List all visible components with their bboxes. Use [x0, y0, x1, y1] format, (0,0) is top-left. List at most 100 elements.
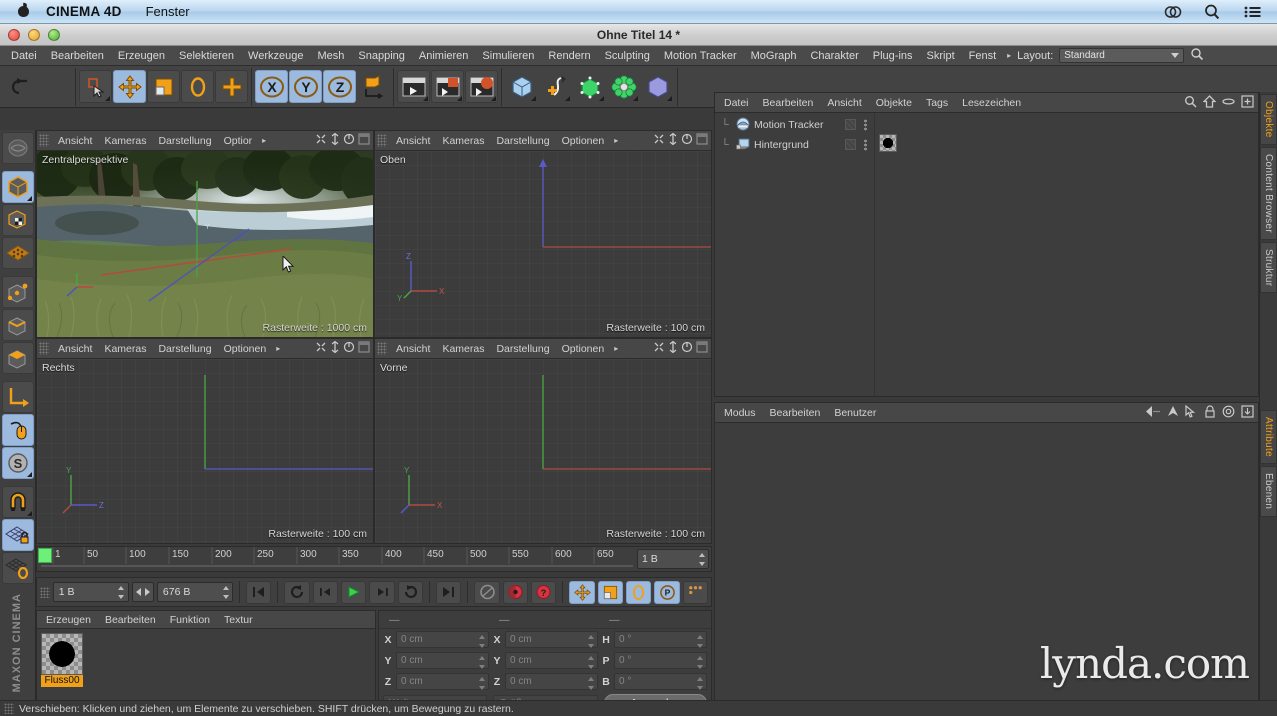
snap-toggle-button[interactable]: S — [2, 447, 34, 479]
object-menu-objekte[interactable]: Objekte — [869, 93, 919, 113]
timeline-ruler[interactable]: 1 50 100 150 200 250 300 350 400 450 500… — [36, 546, 712, 572]
stepper-icon[interactable] — [587, 677, 594, 690]
viewport-zoom-icon[interactable] — [668, 133, 678, 148]
back-arrow-icon[interactable] — [1145, 405, 1161, 421]
coord-pos-y-input[interactable]: 0 cm — [396, 652, 489, 669]
edge-mode-button[interactable] — [2, 309, 34, 341]
record-active-objects-button[interactable] — [503, 581, 528, 604]
menu-erzeugen[interactable]: Erzeugen — [111, 46, 172, 66]
keyframe-selection-button[interactable]: ? — [531, 581, 556, 604]
viewport-menu-ansicht[interactable]: Ansicht — [52, 339, 98, 359]
tab-content-browser[interactable]: Content Browser — [1260, 147, 1277, 240]
front-viewport-body[interactable]: Y X Vorne Rasterweite : 100 cm — [375, 359, 711, 543]
stepper-icon[interactable] — [698, 553, 705, 566]
model-mode-button[interactable] — [2, 171, 34, 203]
object-manager-body[interactable]: └ Motion Tracker └ Hintergrund — [715, 113, 1258, 396]
viewport-pan-icon[interactable] — [315, 341, 327, 356]
step-back-button[interactable] — [313, 581, 338, 604]
step-forward-button[interactable] — [369, 581, 394, 604]
polygon-mode-button[interactable] — [2, 342, 34, 374]
creative-cloud-icon[interactable] — [1163, 3, 1183, 21]
render-region-button[interactable] — [431, 70, 464, 103]
menu-overflow-arrow-icon[interactable]: ▸ — [1003, 51, 1015, 60]
panel-gripper-icon[interactable] — [377, 134, 387, 147]
tag-row-hintergrund[interactable] — [875, 133, 1258, 153]
viewport-menu-kameras[interactable]: Kameras — [98, 131, 152, 151]
panel-gripper-icon[interactable] — [4, 703, 14, 714]
coord-pos-x-input[interactable]: 0 cm — [396, 631, 489, 648]
z-axis-button[interactable]: Z — [323, 70, 356, 103]
object-tree[interactable]: └ Motion Tracker └ Hintergrund — [715, 113, 875, 396]
pin-icon[interactable] — [1241, 405, 1254, 421]
menu-motion-tracker[interactable]: Motion Tracker — [657, 46, 744, 66]
apple-logo-icon[interactable] — [16, 3, 32, 21]
go-to-end-button[interactable] — [436, 581, 461, 604]
panel-gripper-icon[interactable] — [377, 342, 387, 355]
texture-mode-button[interactable] — [2, 204, 34, 236]
scale-tool-button[interactable] — [147, 70, 180, 103]
viewport-zoom-icon[interactable] — [668, 341, 678, 356]
attribute-menu-modus[interactable]: Modus — [717, 403, 763, 423]
key-rotation-button[interactable] — [626, 581, 651, 604]
stepper-icon[interactable] — [696, 635, 703, 648]
stepper-icon[interactable] — [587, 635, 594, 648]
viewport-menu-darstellung[interactable]: Darstellung — [490, 339, 555, 359]
add-deformer-button[interactable] — [607, 70, 640, 103]
menu-animieren[interactable]: Animieren — [412, 46, 476, 66]
timeline-ruler-track[interactable]: 1 50 100 150 200 250 300 350 400 450 500… — [37, 547, 635, 571]
object-visibility-toggle[interactable] — [845, 139, 856, 150]
object-menu-datei[interactable]: Datei — [717, 93, 756, 113]
top-viewport-body[interactable]: Z X Y Oben Rasterweite : 100 cm — [375, 151, 711, 337]
target-icon[interactable] — [1222, 405, 1235, 421]
menu-snapping[interactable]: Snapping — [351, 46, 412, 66]
coord-rot-h-input[interactable]: 0 ° — [614, 631, 707, 648]
stepper-icon[interactable] — [696, 677, 703, 690]
material-menu-erzeugen[interactable]: Erzeugen — [39, 611, 98, 629]
viewport-menu-kameras[interactable]: Kameras — [436, 339, 490, 359]
right-viewport-body[interactable]: Y Z Rechts Rasterweite : 100 cm — [37, 359, 373, 543]
viewport-menu-optionen[interactable]: Optionen — [556, 339, 611, 359]
magnet-button[interactable] — [2, 486, 34, 518]
current-frame-field[interactable]: 1 B — [53, 582, 129, 602]
y-axis-button[interactable]: Y — [289, 70, 322, 103]
workplane-rotate-button[interactable] — [2, 552, 34, 584]
close-button[interactable] — [8, 29, 20, 41]
rotate-tool-button[interactable] — [181, 70, 214, 103]
object-axis-button[interactable] — [2, 381, 34, 413]
stepper-icon[interactable] — [478, 656, 485, 669]
menu-sculpting[interactable]: Sculpting — [598, 46, 657, 66]
material-menu-funktion[interactable]: Funktion — [163, 611, 217, 629]
object-tags-column[interactable] — [875, 113, 1258, 396]
viewport-menu-kameras[interactable]: Kameras — [436, 131, 490, 151]
coord-size-z-input[interactable]: 0 cm — [505, 673, 598, 690]
viewport-solo-button[interactable] — [2, 414, 34, 446]
viewport-zoom-icon[interactable] — [330, 341, 340, 356]
move-tool-button[interactable] — [113, 70, 146, 103]
viewport-maximize-icon[interactable] — [358, 133, 370, 148]
key-parameter-button[interactable]: P — [654, 581, 679, 604]
coord-size-y-input[interactable]: 0 cm — [505, 652, 598, 669]
new-layer-icon[interactable] — [1241, 95, 1254, 111]
stepper-icon[interactable] — [118, 586, 125, 599]
tab-attribute[interactable]: Attribute — [1260, 410, 1277, 464]
viewport-menu-ansicht[interactable]: Ansicht — [390, 339, 436, 359]
viewport-menu-kameras[interactable]: Kameras — [98, 339, 152, 359]
world-coordinates-button[interactable] — [357, 70, 390, 103]
point-mode-button[interactable] — [2, 276, 34, 308]
minimize-button[interactable] — [28, 29, 40, 41]
viewport-zoom-icon[interactable] — [330, 133, 340, 148]
add-spline-button[interactable] — [539, 70, 572, 103]
menu-mesh[interactable]: Mesh — [310, 46, 351, 66]
object-menu-lesezeichen[interactable]: Lesezeichen — [955, 93, 1028, 113]
live-selection-button[interactable] — [79, 70, 112, 103]
mac-menu-fenster[interactable]: Fenster — [146, 4, 190, 19]
object-dots-icon[interactable] — [863, 139, 868, 151]
render-view-button[interactable] — [397, 70, 430, 103]
object-menu-tags[interactable]: Tags — [919, 93, 955, 113]
link-icon[interactable] — [1222, 95, 1235, 111]
material-thumbnail[interactable] — [41, 633, 83, 675]
object-dots-icon[interactable] — [863, 119, 868, 131]
viewport-pan-icon[interactable] — [653, 133, 665, 148]
viewport-menu-optionen[interactable]: Optionen — [218, 339, 273, 359]
viewport-menu-ansicht[interactable]: Ansicht — [52, 131, 98, 151]
